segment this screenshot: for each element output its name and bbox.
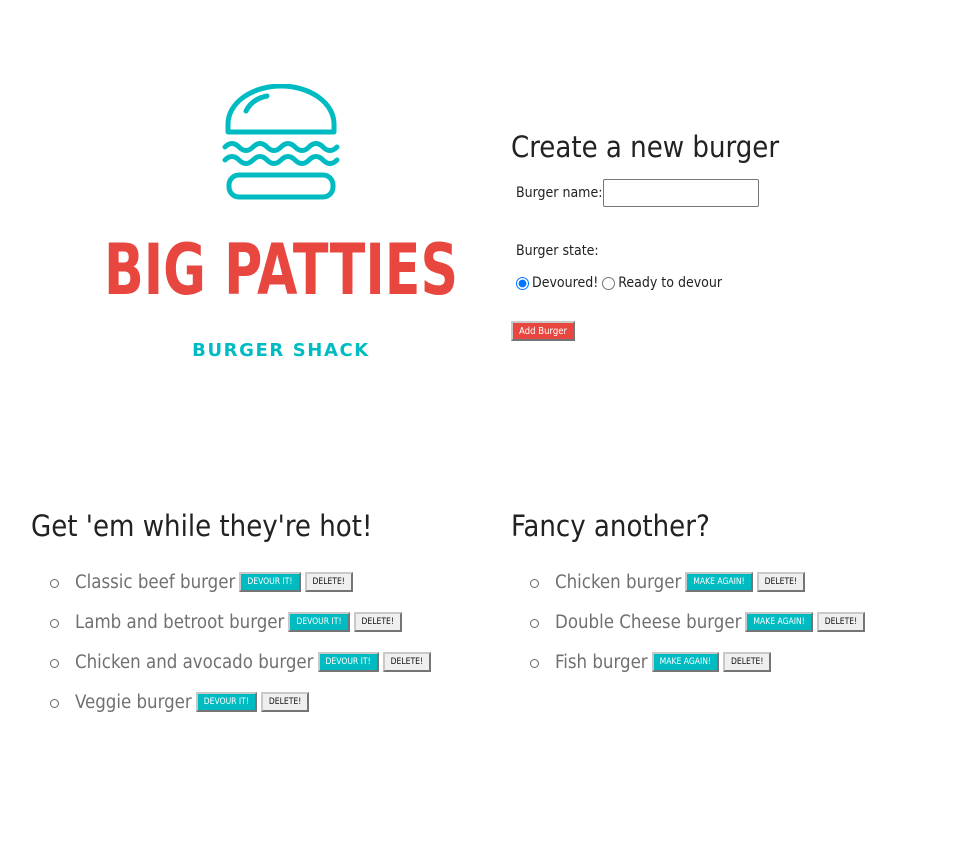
delete-button[interactable]: DELETE!: [260, 692, 310, 712]
hot-burger-list: Classic beef burger DEVOUR IT! DELETE! L…: [50, 562, 435, 722]
delete-button[interactable]: DELETE!: [353, 612, 402, 632]
list-item: Chicken and avocado burger DEVOUR IT! DE…: [50, 642, 435, 682]
devoured-radio-label[interactable]: Devoured!: [532, 275, 598, 291]
burger-name: Chicken burger: [555, 571, 682, 593]
create-burger-heading: Create a new burger: [511, 130, 780, 164]
circle-bullet-icon: [50, 698, 59, 708]
devoured-burger-list: Chicken burger MAKE AGAIN! DELETE! Doubl…: [530, 562, 869, 682]
devoured-burgers-heading: Fancy another?: [511, 509, 710, 543]
burger-name: Lamb and betroot burger: [75, 611, 285, 633]
brand-title: BIG PATTIES: [103, 228, 459, 312]
burger-name: Fish burger: [555, 651, 648, 673]
burger-name-label: Burger name:: [516, 185, 603, 201]
circle-bullet-icon: [50, 618, 59, 628]
devour-button[interactable]: DEVOUR IT!: [239, 572, 301, 592]
burger-name: Veggie burger: [75, 691, 192, 713]
burger-name: Double Cheese burger: [555, 611, 742, 633]
circle-bullet-icon: [50, 578, 59, 588]
burger-state-options: Devoured! Ready to devour: [514, 275, 724, 291]
burger-state-label: Burger state:: [516, 243, 599, 259]
devour-button[interactable]: DEVOUR IT!: [288, 612, 350, 632]
make-again-button[interactable]: MAKE AGAIN!: [685, 572, 753, 592]
delete-button[interactable]: DELETE!: [816, 612, 866, 632]
make-again-button[interactable]: MAKE AGAIN!: [745, 612, 813, 632]
ready-to-devour-radio-label[interactable]: Ready to devour: [618, 275, 722, 291]
circle-bullet-icon: [50, 658, 59, 668]
circle-bullet-icon: [530, 578, 539, 588]
burger-name: Classic beef burger: [75, 571, 236, 593]
list-item: Veggie burger DEVOUR IT! DELETE!: [50, 682, 435, 722]
list-item: Lamb and betroot burger DEVOUR IT! DELET…: [50, 602, 435, 642]
delete-button[interactable]: DELETE!: [756, 572, 806, 592]
delete-button[interactable]: DELETE!: [382, 652, 432, 672]
delete-button[interactable]: DELETE!: [723, 652, 772, 672]
burger-name-input[interactable]: [603, 179, 759, 207]
list-item: Chicken burger MAKE AGAIN! DELETE!: [530, 562, 869, 602]
list-item: Fish burger MAKE AGAIN! DELETE!: [530, 642, 869, 682]
delete-button[interactable]: DELETE!: [304, 572, 353, 592]
devour-button[interactable]: DEVOUR IT!: [195, 692, 257, 712]
make-again-button[interactable]: MAKE AGAIN!: [651, 652, 720, 672]
hot-burgers-heading: Get 'em while they're hot!: [31, 509, 373, 543]
ready-to-devour-radio[interactable]: [602, 276, 616, 290]
brand-subtitle: BURGER SHACK: [192, 340, 370, 361]
devour-button[interactable]: DEVOUR IT!: [317, 652, 379, 672]
circle-bullet-icon: [530, 618, 539, 628]
burger-icon: [222, 84, 340, 200]
devoured-radio[interactable]: [516, 276, 529, 290]
circle-bullet-icon: [530, 658, 539, 668]
burger-name: Chicken and avocado burger: [75, 651, 314, 673]
list-item: Double Cheese burger MAKE AGAIN! DELETE!: [530, 602, 869, 642]
add-burger-button[interactable]: Add Burger: [511, 321, 576, 341]
list-item: Classic beef burger DEVOUR IT! DELETE!: [50, 562, 435, 602]
